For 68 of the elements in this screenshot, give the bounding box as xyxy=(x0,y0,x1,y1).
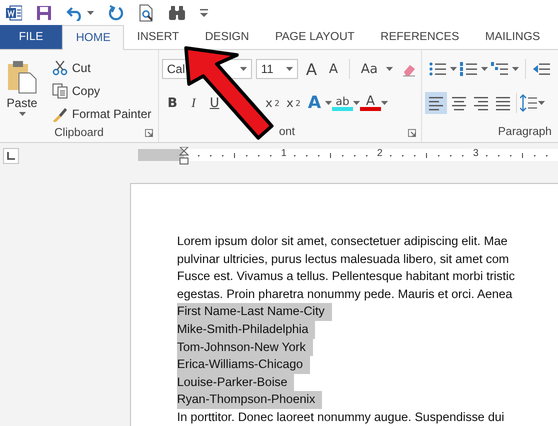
ribbon-tab[interactable]: MAILINGS xyxy=(472,25,554,49)
dialog-launcher-icon[interactable] xyxy=(145,129,153,137)
caret-icon[interactable] xyxy=(87,10,94,14)
indent-marker-icon[interactable] xyxy=(179,147,189,167)
shrink-font-button[interactable]: A xyxy=(324,59,342,79)
paste-button[interactable]: Paste xyxy=(0,58,46,123)
decrease-indent-icon[interactable] xyxy=(532,61,550,77)
save-icon[interactable] xyxy=(36,4,52,20)
ribbon-tab[interactable]: REFERENCES xyxy=(368,25,472,49)
ruler-number: 3 xyxy=(473,148,479,159)
ribbon-tab[interactable]: INSERT xyxy=(124,25,192,49)
print-preview-icon[interactable] xyxy=(138,4,154,22)
clipboard-icon xyxy=(7,60,37,94)
tab-selector[interactable] xyxy=(3,148,19,164)
group-label: Paragraph xyxy=(498,126,552,138)
grow-font-button[interactable]: A xyxy=(302,59,321,79)
caret-icon[interactable] xyxy=(450,67,457,71)
numbered-list-icon[interactable] xyxy=(460,61,478,77)
word-logo-icon[interactable] xyxy=(6,4,22,20)
caret-icon[interactable] xyxy=(386,67,393,71)
cut-button[interactable]: Cut xyxy=(48,58,156,77)
caret-icon[interactable] xyxy=(512,67,519,71)
caret-icon[interactable] xyxy=(481,67,488,71)
align-button[interactable] xyxy=(425,92,447,114)
dialog-launcher-icon[interactable] xyxy=(408,129,416,137)
script-button[interactable]: x$^{2}$ xyxy=(283,93,304,113)
redo-icon[interactable] xyxy=(108,4,124,20)
caret-icon[interactable] xyxy=(325,101,332,105)
text-line: Fusce est. Vivamus a tellus. Pellentesque habitant morbi tristic xyxy=(177,268,515,286)
highlight-color-button[interactable]: ab xyxy=(332,95,353,111)
caret-icon[interactable] xyxy=(240,67,247,71)
undo-icon[interactable] xyxy=(66,4,84,20)
caret-icon[interactable] xyxy=(18,112,26,116)
ribbon-tab[interactable]: HOME xyxy=(62,25,124,50)
underline-button[interactable]: U xyxy=(204,93,225,113)
ribbon-tab[interactable]: PAGE LAYOUT xyxy=(262,25,368,49)
text-line: egestas. Proin pharetra nonummy pede. Mauris et orci. Aenea xyxy=(177,286,512,303)
ruler-number: 1 xyxy=(281,148,287,159)
text-effects-button[interactable]: A xyxy=(304,93,325,113)
left-tab-icon xyxy=(7,152,15,160)
change-case-button[interactable]: Aa xyxy=(356,59,382,79)
copy-button[interactable]: Copy xyxy=(48,81,156,100)
multilevel-list-icon[interactable] xyxy=(491,61,509,77)
caret-icon[interactable] xyxy=(353,101,360,105)
binoculars-icon[interactable] xyxy=(168,4,186,20)
ribbon-tab[interactable]: DESIGN xyxy=(192,25,262,49)
bullet-list-icon[interactable] xyxy=(429,61,447,77)
caret-icon[interactable] xyxy=(381,101,388,105)
file-tab[interactable]: FILE xyxy=(0,25,62,49)
text-line: Lorem ipsum dolor sit amet, consectetuer adipiscing elit. Mae xyxy=(177,233,508,250)
copy-icon xyxy=(52,82,68,98)
group-label: ont xyxy=(279,126,295,138)
ruler-number: 2 xyxy=(377,148,383,159)
font-color-button[interactable]: A xyxy=(360,95,381,111)
customize-toolbar-icon[interactable] xyxy=(200,8,208,16)
caret-icon[interactable] xyxy=(538,101,545,105)
format-painter-button[interactable]: Format Painter xyxy=(48,104,156,123)
text-line: pulvinar ultricies, purus lectus malesuada libero, sit amet com xyxy=(177,250,509,268)
ruler-margin xyxy=(138,149,184,161)
caret-icon[interactable] xyxy=(286,67,293,71)
text-line: In porttitor. Donec laoreet nonummy augue. Suspendisse dui xyxy=(177,408,504,426)
group-label: Clipboard xyxy=(54,126,104,138)
bold-button[interactable]: B xyxy=(162,93,183,113)
paintbrush-icon xyxy=(52,106,68,122)
italic-button[interactable]: I xyxy=(183,93,204,113)
scissors-icon xyxy=(52,60,68,76)
line-spacing-icon[interactable] xyxy=(520,94,538,112)
font-size-field[interactable]: 11 xyxy=(256,59,298,79)
